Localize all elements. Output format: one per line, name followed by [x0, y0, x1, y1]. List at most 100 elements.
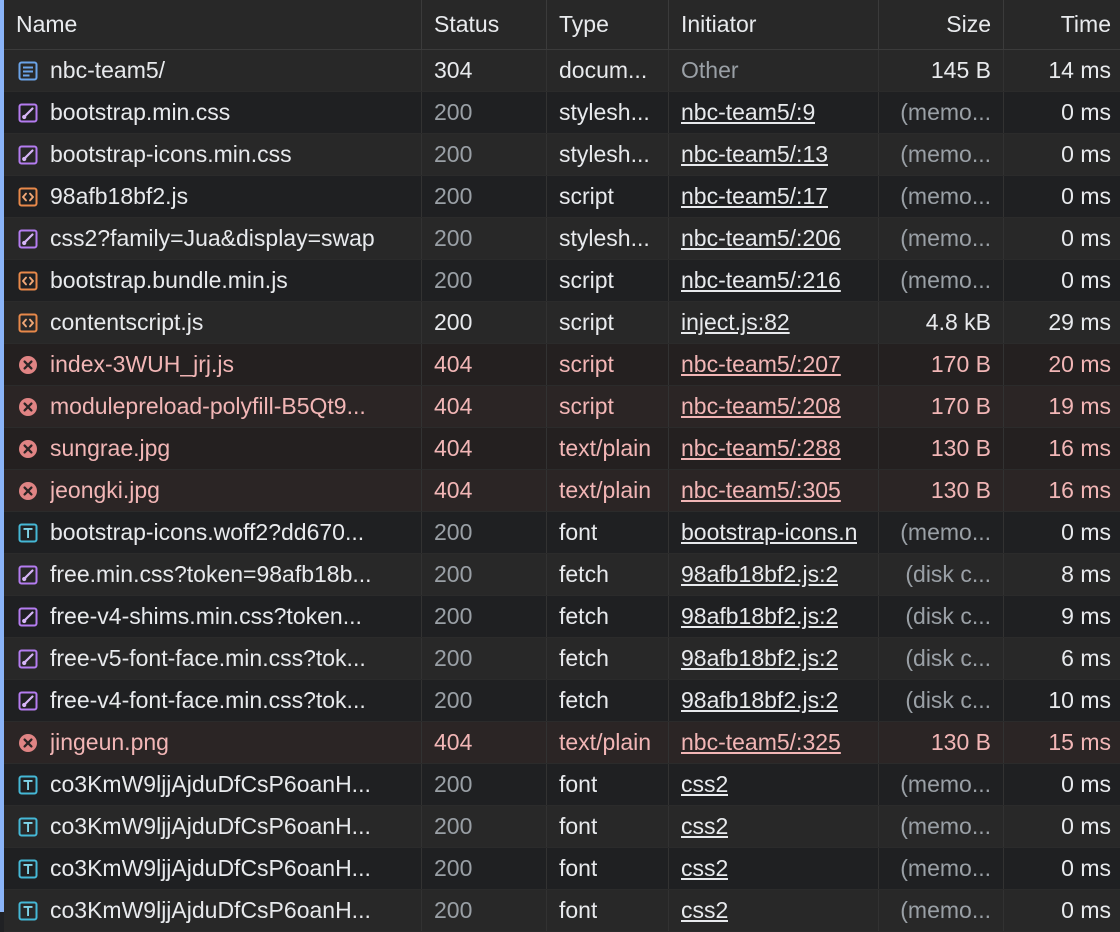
cell-initiator[interactable]: css2 [669, 806, 879, 847]
cell-status-text: 200 [434, 813, 473, 839]
cell-size: (disk c... [879, 596, 1004, 637]
cell-type: script [547, 344, 669, 385]
cell-initiator[interactable]: nbc-team5/:207 [669, 344, 879, 385]
cell-name[interactable]: nbc-team5/ [4, 50, 422, 91]
cell-status-text: 200 [434, 519, 473, 545]
request-name: contentscript.js [50, 309, 204, 335]
request-name: co3KmW9ljjAjduDfCsP6oanH... [50, 897, 371, 923]
cell-initiator[interactable]: inject.js:82 [669, 302, 879, 343]
cell-initiator-text: nbc-team5/:13 [681, 141, 829, 167]
table-row[interactable]: co3KmW9ljjAjduDfCsP6oanH... 200 font css2 (m… [4, 890, 1120, 932]
cell-initiator[interactable]: nbc-team5/:9 [669, 92, 879, 133]
cell-initiator[interactable]: 98afb18bf2.js:2 [669, 638, 879, 679]
column-header-type[interactable]: Type [547, 0, 669, 49]
column-header-name[interactable]: Name [4, 0, 422, 49]
column-header-status[interactable]: Status [422, 0, 547, 49]
cell-type-text: text/plain [559, 729, 652, 755]
cell-name[interactable]: co3KmW9ljjAjduDfCsP6oanH... [4, 848, 422, 889]
cell-name[interactable]: free-v4-shims.min.css?token... [4, 596, 422, 637]
cell-initiator[interactable]: css2 [669, 764, 879, 805]
cell-name[interactable]: sungrae.jpg [4, 428, 422, 469]
cell-name[interactable]: free-v4-font-face.min.css?tok... [4, 680, 422, 721]
cell-initiator[interactable]: 98afb18bf2.js:2 [669, 680, 879, 721]
cell-time: 0 ms [1004, 848, 1120, 889]
cell-name[interactable]: bootstrap.min.css [4, 92, 422, 133]
table-row[interactable]: nbc-team5/304 docum... Other 145 B 14 ms [4, 50, 1120, 92]
table-row[interactable]: free-v4-font-face.min.css?tok... 200 fetch… [4, 680, 1120, 722]
cell-name[interactable]: co3KmW9ljjAjduDfCsP6oanH... [4, 890, 422, 931]
stylesheet-icon [16, 227, 40, 251]
table-row[interactable]: bootstrap-icons.min.css 200 stylesh... nbc-… [4, 134, 1120, 176]
cell-initiator[interactable]: css2 [669, 848, 879, 889]
cell-name[interactable]: index-3WUH_jrj.js [4, 344, 422, 385]
cell-type-text: docum... [559, 57, 648, 83]
table-row[interactable]: sungrae.jpg 404 text/plain nbc-team5/:288 13… [4, 428, 1120, 470]
cell-initiator[interactable]: nbc-team5/:305 [669, 470, 879, 511]
cell-initiator-text: nbc-team5/:216 [681, 267, 841, 293]
cell-name[interactable]: jeongki.jpg [4, 470, 422, 511]
cell-initiator[interactable]: nbc-team5/:325 [669, 722, 879, 763]
cell-size: (memo... [879, 134, 1004, 175]
table-row[interactable]: contentscript.js 200 script inject.js:82 4.8… [4, 302, 1120, 344]
table-row[interactable]: free.min.css?token=98afb18b... 200 fetch 98… [4, 554, 1120, 596]
cell-status: 404 [422, 344, 547, 385]
table-row[interactable]: bootstrap-icons.woff2?dd670... 200 font boo… [4, 512, 1120, 554]
column-header-initiator[interactable]: Initiator [669, 0, 879, 49]
cell-name[interactable]: 98afb18bf2.js [4, 176, 422, 217]
cell-status-text: 404 [434, 729, 473, 755]
cell-name[interactable]: modulepreload-polyfill-B5Qt9... [4, 386, 422, 427]
cell-initiator[interactable]: nbc-team5/:288 [669, 428, 879, 469]
cell-initiator[interactable]: 98afb18bf2.js:2 [669, 554, 879, 595]
table-row[interactable]: free-v4-shims.min.css?token... 200 fetch 98… [4, 596, 1120, 638]
cell-name[interactable]: free-v5-font-face.min.css?tok... [4, 638, 422, 679]
cell-initiator[interactable]: bootstrap-icons.n [669, 512, 879, 553]
cell-name[interactable]: co3KmW9ljjAjduDfCsP6oanH... [4, 806, 422, 847]
column-header-time-label: Time [1060, 11, 1111, 37]
table-row[interactable]: bootstrap.min.css 200 stylesh... nbc-team5/… [4, 92, 1120, 134]
cell-time: 16 ms [1004, 470, 1120, 511]
cell-size: 130 B [879, 722, 1004, 763]
cell-size: (memo... [879, 260, 1004, 301]
table-row[interactable]: co3KmW9ljjAjduDfCsP6oanH... 200 font css2 (m… [4, 848, 1120, 890]
cell-time: 0 ms [1004, 134, 1120, 175]
cell-initiator[interactable]: nbc-team5/:216 [669, 260, 879, 301]
cell-status-text: 404 [434, 393, 473, 419]
cell-name[interactable]: bootstrap-icons.min.css [4, 134, 422, 175]
cell-type-text: fetch [559, 561, 609, 587]
font-icon [16, 815, 40, 839]
cell-initiator[interactable]: css2 [669, 890, 879, 931]
table-row[interactable]: 98afb18bf2.js 200 script nbc-team5/:17 (memo… [4, 176, 1120, 218]
cell-initiator[interactable]: nbc-team5/:17 [669, 176, 879, 217]
cell-initiator[interactable]: nbc-team5/:206 [669, 218, 879, 259]
cell-size: (memo... [879, 512, 1004, 553]
cell-size-text: (memo... [900, 183, 991, 209]
cell-initiator-text: nbc-team5/:207 [681, 351, 841, 377]
table-row[interactable]: css2?family=Jua&display=swap 200 stylesh..… [4, 218, 1120, 260]
cell-name[interactable]: co3KmW9ljjAjduDfCsP6oanH... [4, 764, 422, 805]
table-row[interactable]: jeongki.jpg 404 text/plain nbc-team5/:305 13… [4, 470, 1120, 512]
cell-initiator-text: Other [681, 57, 739, 83]
column-header-size[interactable]: Size [879, 0, 1004, 49]
cell-name[interactable]: contentscript.js [4, 302, 422, 343]
table-row[interactable]: index-3WUH_jrj.js 404 script nbc-team5/:207… [4, 344, 1120, 386]
cell-initiator[interactable]: 98afb18bf2.js:2 [669, 596, 879, 637]
cell-status: 200 [422, 512, 547, 553]
cell-initiator[interactable]: nbc-team5/:13 [669, 134, 879, 175]
column-header-time[interactable]: Time [1004, 0, 1120, 49]
table-row[interactable]: jingeun.png 404 text/plain nbc-team5/:325 13… [4, 722, 1120, 764]
table-row[interactable]: co3KmW9ljjAjduDfCsP6oanH... 200 font css2 (m… [4, 806, 1120, 848]
cell-initiator[interactable]: nbc-team5/:208 [669, 386, 879, 427]
cell-size-text: (memo... [900, 813, 991, 839]
table-row[interactable]: co3KmW9ljjAjduDfCsP6oanH... 200 font css2 (m… [4, 764, 1120, 806]
cell-size-text: 170 B [930, 351, 991, 377]
cell-size-text: 170 B [930, 393, 991, 419]
cell-name[interactable]: free.min.css?token=98afb18b... [4, 554, 422, 595]
table-row[interactable]: bootstrap.bundle.min.js 200 script nbc-team… [4, 260, 1120, 302]
cell-name[interactable]: bootstrap-icons.woff2?dd670... [4, 512, 422, 553]
cell-name[interactable]: jingeun.png [4, 722, 422, 763]
cell-name[interactable]: css2?family=Jua&display=swap [4, 218, 422, 259]
cell-time-text: 29 ms [1048, 309, 1111, 335]
table-row[interactable]: free-v5-font-face.min.css?tok... 200 fetch… [4, 638, 1120, 680]
table-row[interactable]: modulepreload-polyfill-B5Qt9... 404 script… [4, 386, 1120, 428]
cell-name[interactable]: bootstrap.bundle.min.js [4, 260, 422, 301]
